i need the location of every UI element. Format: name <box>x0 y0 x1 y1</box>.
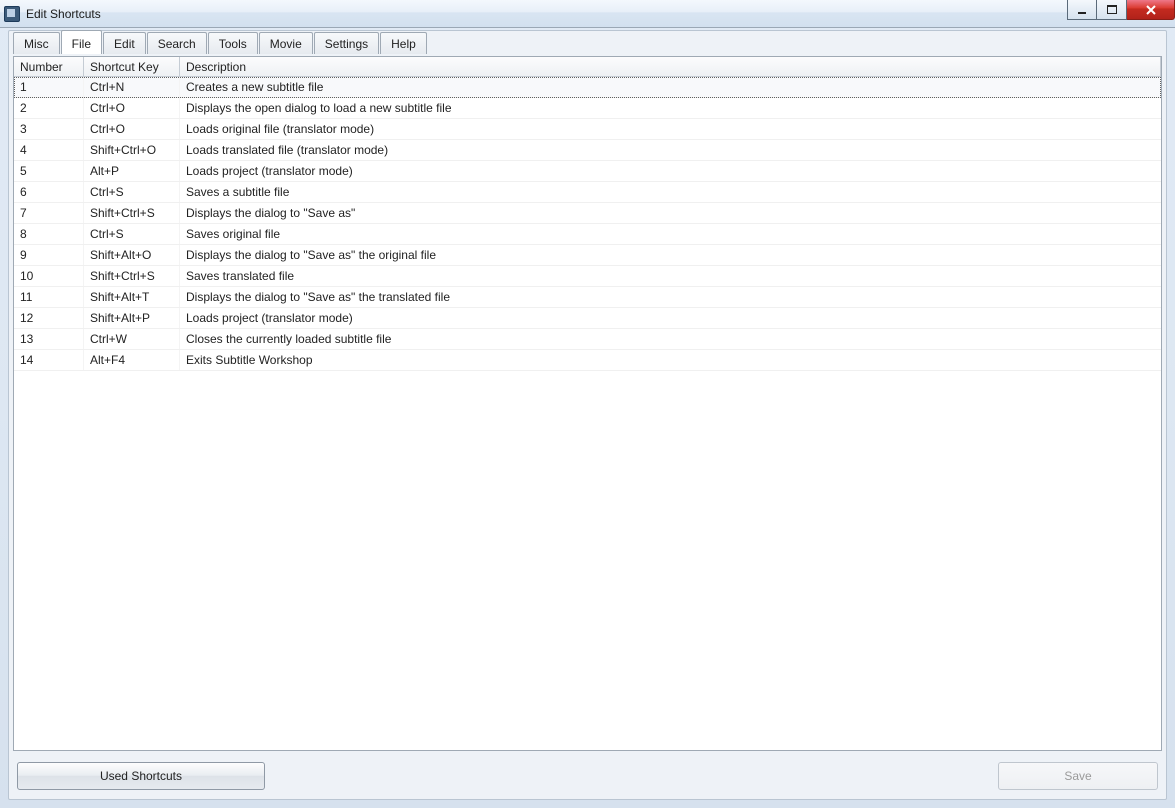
cell-shortcut: Shift+Alt+T <box>84 287 180 307</box>
tab-bar: MiscFileEditSearchToolsMovieSettingsHelp <box>11 32 1164 56</box>
cell-shortcut: Alt+P <box>84 161 180 181</box>
cell-description: Loads project (translator mode) <box>180 308 1161 328</box>
table-row[interactable]: 3Ctrl+OLoads original file (translator m… <box>14 119 1161 140</box>
column-header-description[interactable]: Description <box>180 57 1161 76</box>
cell-shortcut: Alt+F4 <box>84 350 180 370</box>
column-header-shortcut[interactable]: Shortcut Key <box>84 57 180 76</box>
table-row[interactable]: 13Ctrl+WCloses the currently loaded subt… <box>14 329 1161 350</box>
table-row[interactable]: 10Shift+Ctrl+SSaves translated file <box>14 266 1161 287</box>
cell-shortcut: Ctrl+W <box>84 329 180 349</box>
cell-description: Exits Subtitle Workshop <box>180 350 1161 370</box>
cell-number: 13 <box>14 329 84 349</box>
cell-shortcut: Shift+Ctrl+S <box>84 203 180 223</box>
cell-shortcut: Ctrl+O <box>84 119 180 139</box>
table-row[interactable]: 6Ctrl+SSaves a subtitle file <box>14 182 1161 203</box>
title-bar: Edit Shortcuts <box>0 0 1175 28</box>
table-row[interactable]: 1Ctrl+NCreates a new subtitle file <box>14 77 1161 98</box>
cell-number: 3 <box>14 119 84 139</box>
cell-shortcut: Ctrl+S <box>84 182 180 202</box>
cell-description: Saves original file <box>180 224 1161 244</box>
used-shortcuts-button[interactable]: Used Shortcuts <box>17 762 265 790</box>
tab-help[interactable]: Help <box>380 32 427 54</box>
cell-number: 8 <box>14 224 84 244</box>
cell-shortcut: Ctrl+N <box>84 77 180 97</box>
tab-search[interactable]: Search <box>147 32 207 54</box>
cell-description: Displays the dialog to "Save as" the ori… <box>180 245 1161 265</box>
tab-edit[interactable]: Edit <box>103 32 146 54</box>
cell-number: 11 <box>14 287 84 307</box>
save-button[interactable]: Save <box>998 762 1158 790</box>
cell-description: Creates a new subtitle file <box>180 77 1161 97</box>
cell-description: Saves a subtitle file <box>180 182 1161 202</box>
cell-description: Displays the dialog to "Save as" <box>180 203 1161 223</box>
table-row[interactable]: 7Shift+Ctrl+SDisplays the dialog to "Sav… <box>14 203 1161 224</box>
tab-tools[interactable]: Tools <box>208 32 258 54</box>
cell-number: 6 <box>14 182 84 202</box>
column-header-number[interactable]: Number <box>14 57 84 76</box>
cell-shortcut: Shift+Alt+P <box>84 308 180 328</box>
cell-description: Loads original file (translator mode) <box>180 119 1161 139</box>
cell-number: 5 <box>14 161 84 181</box>
grid-header-row: Number Shortcut Key Description <box>14 57 1161 77</box>
cell-shortcut: Shift+Ctrl+O <box>84 140 180 160</box>
tab-movie[interactable]: Movie <box>259 32 313 54</box>
footer: Used Shortcuts Save <box>11 751 1164 797</box>
tab-settings[interactable]: Settings <box>314 32 379 54</box>
cell-description: Saves translated file <box>180 266 1161 286</box>
table-row[interactable]: 9Shift+Alt+ODisplays the dialog to "Save… <box>14 245 1161 266</box>
cell-description: Displays the dialog to "Save as" the tra… <box>180 287 1161 307</box>
cell-description: Displays the open dialog to load a new s… <box>180 98 1161 118</box>
table-row[interactable]: 12Shift+Alt+PLoads project (translator m… <box>14 308 1161 329</box>
table-row[interactable]: 4Shift+Ctrl+OLoads translated file (tran… <box>14 140 1161 161</box>
minimize-button[interactable] <box>1067 0 1097 20</box>
cell-number: 10 <box>14 266 84 286</box>
grid-body[interactable]: 1Ctrl+NCreates a new subtitle file2Ctrl+… <box>14 77 1161 750</box>
window-body: MiscFileEditSearchToolsMovieSettingsHelp… <box>8 30 1167 800</box>
shortcuts-grid: Number Shortcut Key Description 1Ctrl+NC… <box>13 56 1162 751</box>
cell-number: 7 <box>14 203 84 223</box>
table-row[interactable]: 8Ctrl+SSaves original file <box>14 224 1161 245</box>
cell-shortcut: Ctrl+O <box>84 98 180 118</box>
tab-misc[interactable]: Misc <box>13 32 60 54</box>
cell-shortcut: Ctrl+S <box>84 224 180 244</box>
table-row[interactable]: 11Shift+Alt+TDisplays the dialog to "Sav… <box>14 287 1161 308</box>
cell-number: 4 <box>14 140 84 160</box>
window-controls <box>1067 0 1175 20</box>
app-icon <box>4 6 20 22</box>
table-row[interactable]: 14Alt+F4Exits Subtitle Workshop <box>14 350 1161 371</box>
cell-number: 14 <box>14 350 84 370</box>
cell-description: Loads translated file (translator mode) <box>180 140 1161 160</box>
cell-number: 9 <box>14 245 84 265</box>
cell-number: 12 <box>14 308 84 328</box>
maximize-button[interactable] <box>1097 0 1127 20</box>
cell-description: Loads project (translator mode) <box>180 161 1161 181</box>
tab-file[interactable]: File <box>61 30 102 54</box>
close-button[interactable] <box>1127 0 1175 20</box>
table-row[interactable]: 5Alt+PLoads project (translator mode) <box>14 161 1161 182</box>
cell-shortcut: Shift+Ctrl+S <box>84 266 180 286</box>
cell-description: Closes the currently loaded subtitle fil… <box>180 329 1161 349</box>
window-title: Edit Shortcuts <box>26 7 101 21</box>
cell-number: 2 <box>14 98 84 118</box>
cell-shortcut: Shift+Alt+O <box>84 245 180 265</box>
cell-number: 1 <box>14 77 84 97</box>
table-row[interactable]: 2Ctrl+ODisplays the open dialog to load … <box>14 98 1161 119</box>
